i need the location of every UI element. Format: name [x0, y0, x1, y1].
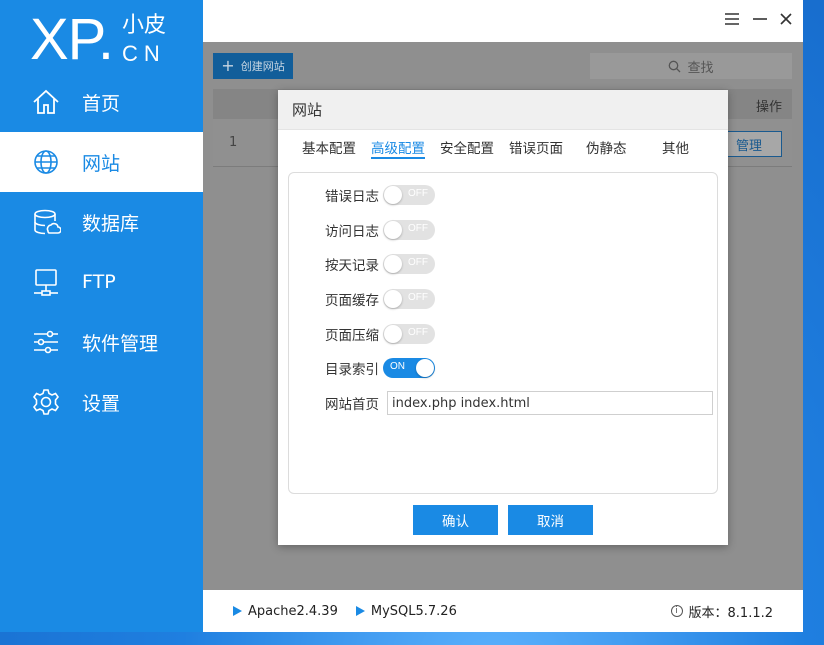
error-log-toggle[interactable]: OFF: [383, 185, 435, 205]
ftp-icon: [30, 266, 62, 298]
setting-label: 网站首页: [325, 397, 379, 413]
toggle-knob: [384, 186, 402, 204]
setting-error-log: 错误日志 OFF: [325, 184, 435, 206]
index-page-input[interactable]: [387, 391, 713, 415]
toggle-state: OFF: [408, 327, 428, 338]
logo-main: XP.: [30, 7, 114, 72]
version-label: 版本：8.1.1.2: [688, 605, 773, 621]
close-icon[interactable]: [775, 8, 797, 30]
setting-index-page: 网站首页: [325, 391, 713, 415]
sidebar-item-label: 网站: [82, 152, 121, 175]
tab-advanced[interactable]: 高级配置: [371, 137, 425, 159]
setting-label: 访问日志: [325, 224, 379, 240]
sidebar-item-database[interactable]: 数据库: [0, 192, 203, 252]
setting-access-log: 访问日志 OFF: [325, 219, 435, 241]
toggle-knob: [384, 325, 402, 343]
tab-security[interactable]: 安全配置: [440, 137, 494, 159]
sidebar-item-label: 设置: [82, 392, 121, 415]
setting-page-cache: 页面缓存 OFF: [325, 288, 435, 310]
sidebar-item-settings[interactable]: 设置: [0, 372, 203, 432]
sidebar-item-label: 首页: [82, 92, 121, 115]
setting-daily-log: 按天记录 OFF: [325, 253, 435, 275]
gear-icon: [30, 386, 62, 418]
database-icon: [30, 206, 62, 238]
sidebar-item-software[interactable]: 软件管理: [0, 312, 203, 372]
column-header-actions: 操作: [755, 100, 782, 115]
site-config-dialog: 网站 基本配置 高级配置 安全配置 错误页面 伪静态 其他 错误日志 OFF 访…: [278, 90, 728, 545]
sidebar-item-label: 数据库: [82, 212, 140, 235]
search-icon: [669, 60, 681, 72]
service-label: Apache2.4.39: [248, 603, 338, 619]
dialog-title: 网站: [278, 90, 728, 130]
toggle-state: OFF: [408, 188, 428, 199]
toggle-state: OFF: [408, 223, 428, 234]
service-label: MySQL5.7.26: [370, 603, 457, 619]
toggle-state: OFF: [408, 292, 428, 303]
setting-label: 按天记录: [325, 258, 379, 274]
title-bar: [203, 0, 803, 42]
menu-icon[interactable]: [721, 8, 743, 30]
dialog-tabs: 基本配置 高级配置 安全配置 错误页面 伪静态 其他: [278, 130, 728, 160]
create-site-label: 创建网站: [240, 60, 285, 73]
service-apache[interactable]: Apache2.4.39: [233, 604, 338, 619]
plus-icon: +: [221, 56, 235, 75]
create-site-button[interactable]: + 创建网站: [213, 53, 293, 79]
sidebar: XP. 小皮 CN 首页 网站 数据库 FTP 软件管理 设置: [0, 0, 203, 632]
status-bar: Apache2.4.39 MySQL5.7.26 i 版本：8.1.1.2: [203, 590, 803, 632]
setting-page-compression: 页面压缩 OFF: [325, 323, 435, 345]
home-icon: [30, 86, 62, 118]
sidebar-item-home[interactable]: 首页: [0, 72, 203, 132]
tab-basic[interactable]: 基本配置: [302, 137, 356, 159]
page-compression-toggle[interactable]: OFF: [383, 324, 435, 344]
tab-other[interactable]: 其他: [662, 137, 689, 159]
setting-label: 页面压缩: [325, 328, 379, 344]
play-icon: [233, 606, 242, 616]
toggle-knob: [416, 359, 434, 377]
page-cache-toggle[interactable]: OFF: [383, 289, 435, 309]
search-input[interactable]: 查找: [590, 53, 792, 79]
version-info: i 版本：8.1.1.2: [670, 602, 773, 621]
setting-directory-index: 目录索引 ON: [325, 357, 435, 379]
advanced-settings-panel: 错误日志 OFF 访问日志 OFF 按天记录 OFF 页面缓存 OFF 页面压缩…: [288, 172, 718, 494]
sidebar-item-label: FTP: [82, 271, 116, 293]
play-icon: [355, 606, 365, 616]
sidebar-item-ftp[interactable]: FTP: [0, 252, 203, 312]
daily-log-toggle[interactable]: OFF: [383, 254, 435, 274]
service-mysql[interactable]: MySQL5.7.26: [355, 603, 457, 619]
toggle-knob: [384, 221, 402, 239]
toggle-knob: [384, 290, 402, 308]
sidebar-nav: 首页 网站 数据库 FTP 软件管理 设置: [0, 72, 203, 432]
search-placeholder: 查找: [687, 60, 714, 76]
sidebar-item-label: 软件管理: [82, 332, 159, 355]
sidebar-item-website[interactable]: 网站: [0, 132, 203, 192]
setting-label: 目录索引: [325, 362, 379, 378]
confirm-button[interactable]: 确认: [413, 505, 498, 535]
toggle-knob: [384, 255, 402, 273]
info-icon: i: [670, 605, 683, 617]
toggle-state: ON: [390, 361, 405, 372]
logo-bottom: CN: [122, 41, 166, 66]
logo-top: 小皮: [122, 13, 167, 38]
toggle-state: OFF: [408, 257, 428, 268]
row-number: 1: [229, 135, 238, 150]
setting-label: 错误日志: [325, 189, 379, 205]
directory-index-toggle[interactable]: ON: [383, 358, 435, 378]
tab-rewrite[interactable]: 伪静态: [586, 137, 627, 159]
tab-error-pages[interactable]: 错误页面: [509, 137, 563, 159]
cancel-button[interactable]: 取消: [508, 505, 593, 535]
setting-label: 页面缓存: [325, 293, 379, 309]
access-log-toggle[interactable]: OFF: [383, 220, 435, 240]
minimize-icon[interactable]: [749, 8, 771, 30]
sliders-icon: [30, 326, 62, 358]
globe-icon: [30, 146, 62, 178]
